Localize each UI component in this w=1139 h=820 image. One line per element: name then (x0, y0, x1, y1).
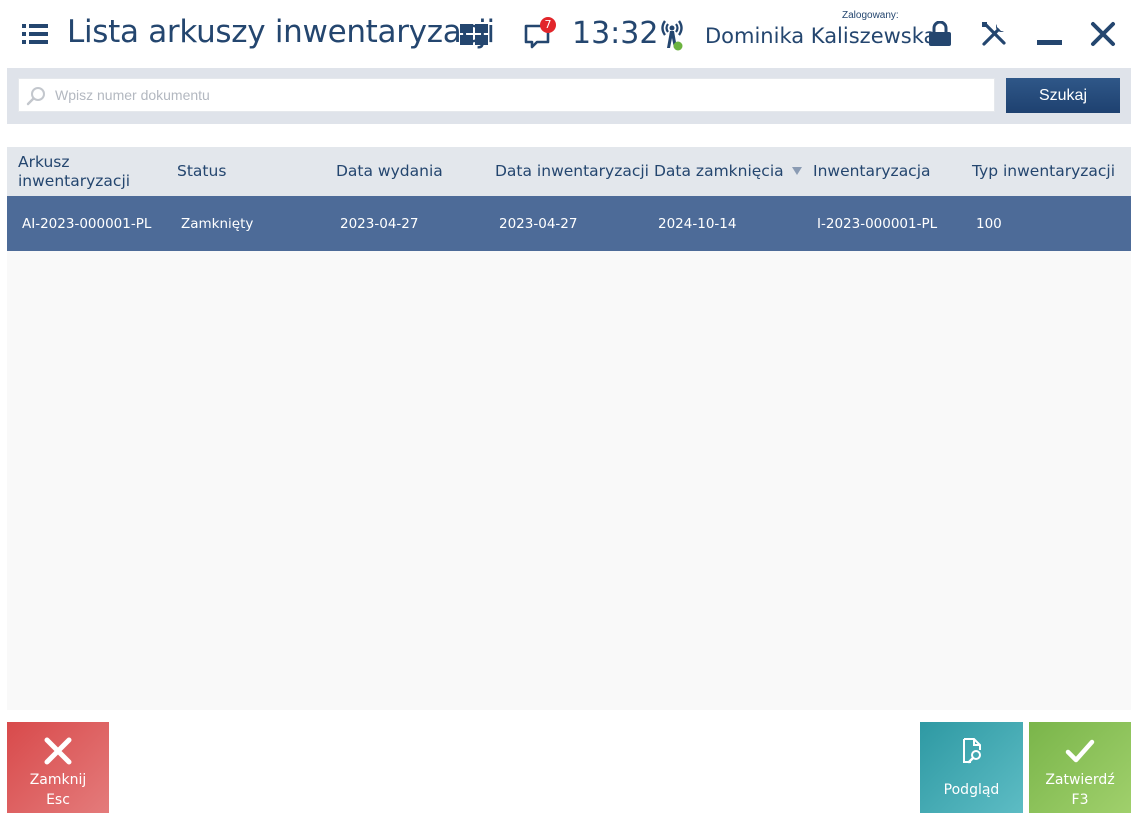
lock-icon[interactable] (928, 21, 952, 47)
cell-sheet-number: AI-2023-000001-PL (22, 215, 152, 232)
column-header-inventory-date[interactable]: Data inwentaryzacji (495, 147, 650, 196)
search-button[interactable]: Szukaj (1006, 78, 1120, 113)
column-header-sheet[interactable]: Arkusz inwentaryzacji (18, 147, 158, 196)
x-icon (44, 737, 72, 765)
cell-status: Zamknięty (181, 215, 254, 232)
column-header-inventory[interactable]: Inwentaryzacja (813, 147, 963, 196)
document-search-icon (962, 738, 981, 764)
confirm-button[interactable]: Zatwierdź F3 (1029, 722, 1131, 813)
table-row[interactable]: AI-2023-000001-PL Zamknięty 2023-04-27 2… (7, 196, 1131, 251)
cell-issue-date: 2023-04-27 (340, 215, 419, 232)
close-button-shortcut: Esc (46, 792, 70, 808)
cell-closing-date: 2024-10-14 (658, 215, 737, 232)
logged-in-label: Zalogowany: (842, 10, 899, 21)
table-header: Arkusz inwentaryzacji Status Data wydani… (7, 147, 1131, 196)
close-button-label: Zamknij (29, 772, 87, 788)
confirm-button-shortcut: F3 (1071, 792, 1089, 808)
column-header-issue-date[interactable]: Data wydania (336, 147, 486, 196)
inventory-sheets-table: Arkusz inwentaryzacji Status Data wydani… (7, 147, 1131, 710)
user-name: Dominika Kaliszewska (705, 24, 937, 48)
preview-button[interactable]: Podgląd (920, 722, 1023, 813)
page-title: Lista arkuszy inwentaryzacji (67, 14, 495, 50)
notification-badge: 7 (540, 17, 556, 33)
sort-down-icon (792, 167, 802, 175)
antenna-icon[interactable] (657, 18, 687, 52)
column-header-status[interactable]: Status (177, 147, 317, 196)
search-input[interactable] (55, 79, 985, 111)
cell-inventory-date: 2023-04-27 (499, 215, 578, 232)
tools-icon[interactable] (980, 20, 1008, 48)
menu-icon[interactable] (22, 24, 48, 44)
cell-inventory: I-2023-000001-PL (817, 215, 938, 232)
confirm-button-label: Zatwierdź (1045, 772, 1115, 788)
close-icon[interactable] (1090, 21, 1116, 47)
search-icon (26, 87, 45, 106)
clock: 13:32 (572, 16, 659, 51)
search-field (18, 78, 995, 112)
app-header: Lista arkuszy inwentaryzacji 7 13:32 Zal… (0, 0, 1139, 68)
column-header-closing-date[interactable]: Data zamknięcia (654, 147, 784, 196)
checkmark-icon (1065, 739, 1095, 763)
tiles-icon[interactable] (460, 24, 488, 45)
column-header-inventory-type[interactable]: Typ inwentaryzacji (972, 147, 1127, 196)
minimize-icon[interactable] (1037, 40, 1062, 45)
close-button[interactable]: Zamknij Esc (7, 722, 109, 813)
cell-inventory-type: 100 (976, 215, 1002, 232)
preview-button-label: Podgląd (943, 782, 1000, 798)
search-bar: Szukaj (7, 68, 1131, 124)
